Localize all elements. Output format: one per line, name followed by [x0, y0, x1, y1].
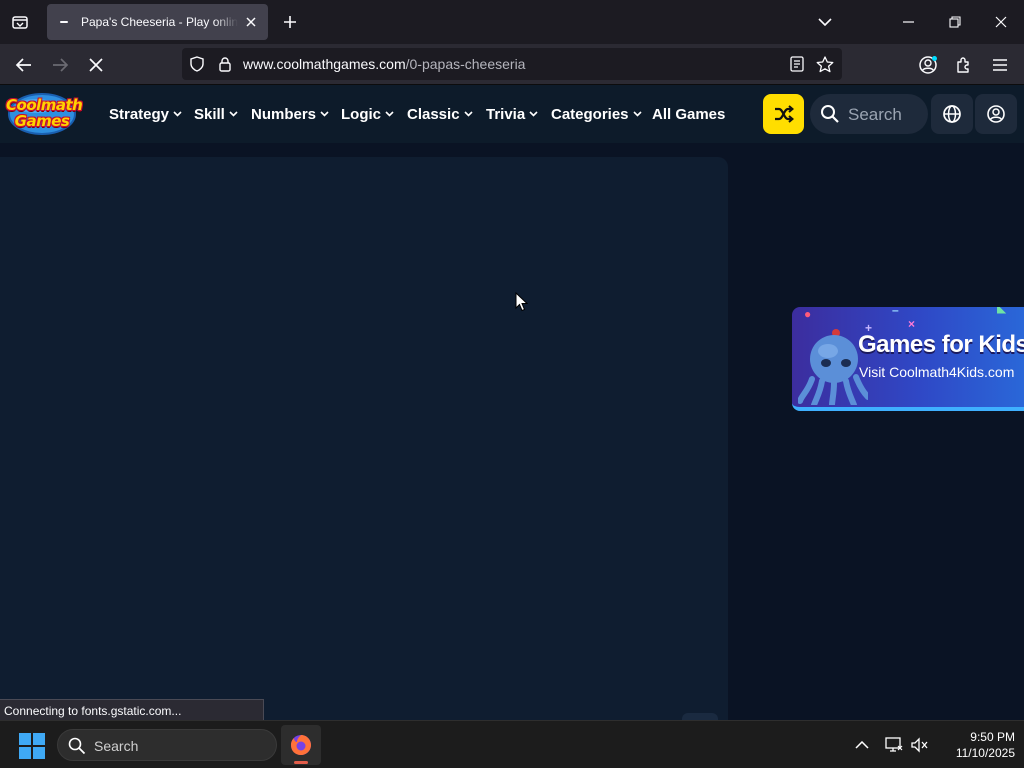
windows-taskbar: Search 9:50 PM 11/10/2025	[0, 720, 1024, 768]
chevron-down-icon	[320, 111, 329, 117]
chevron-down-icon	[385, 111, 394, 117]
firefox-account-icon[interactable]	[915, 52, 941, 78]
chevron-down-icon	[173, 111, 182, 117]
coolmath-logo[interactable]: Coolmath Games	[6, 92, 83, 136]
tracking-protection-shield-icon[interactable]	[188, 55, 206, 73]
language-button[interactable]	[931, 94, 973, 134]
decor-dot-icon: ●	[804, 307, 812, 321]
taskbar-search-label: Search	[94, 738, 139, 754]
chevron-down-icon	[229, 111, 238, 117]
shuffle-icon	[774, 105, 794, 123]
new-tab-plus-icon[interactable]	[280, 12, 300, 32]
url-host: www.coolmathgames.com	[243, 56, 406, 72]
globe-icon	[943, 105, 961, 123]
games-for-kids-promo[interactable]: ● + × – ◣ Games for Kids Visit Coolmath4…	[792, 307, 1024, 411]
extensions-puzzle-icon[interactable]	[951, 52, 977, 78]
browser-status-bar: Connecting to fonts.gstatic.com...	[0, 699, 264, 721]
network-icon[interactable]	[884, 735, 904, 755]
nav-menu-trivia[interactable]: Trivia	[486, 85, 538, 143]
mouse-cursor-icon	[515, 292, 528, 312]
nav-menu-all-games[interactable]: All Games	[652, 85, 725, 143]
taskbar-clock[interactable]: 9:50 PM 11/10/2025	[935, 729, 1015, 761]
nav-menu-categories[interactable]: Categories	[551, 85, 642, 143]
browser-nav-bar: www.coolmathgames.com/0-papas-cheeseria	[0, 44, 1024, 85]
nav-menu-skill[interactable]: Skill	[194, 85, 238, 143]
promo-subtext: Visit Coolmath4Kids.com	[859, 364, 1015, 380]
hamburger-menu-icon[interactable]	[987, 52, 1013, 78]
chevron-down-icon	[529, 111, 538, 117]
decor-triangle-icon: ◣	[997, 307, 1007, 315]
tab-title: Papa's Cheeseria - Play online at Coolma…	[81, 15, 238, 29]
scroll-to-top-tab[interactable]	[682, 713, 718, 720]
restore-icon[interactable]	[932, 0, 978, 44]
site-header: Coolmath Games Strategy Skill Numbers Lo…	[0, 85, 1024, 143]
random-game-button[interactable]	[763, 94, 804, 134]
nav-menu-label: Logic	[341, 105, 381, 123]
active-app-indicator	[294, 761, 308, 764]
tab-list-icon[interactable]	[8, 11, 32, 33]
windows-start-icon[interactable]	[19, 733, 45, 759]
minimize-icon[interactable]	[886, 0, 932, 44]
lock-icon[interactable]	[216, 55, 234, 73]
user-icon	[987, 105, 1005, 123]
nav-menu-numbers[interactable]: Numbers	[251, 85, 329, 143]
active-tab[interactable]: Papa's Cheeseria - Play online at Coolma…	[47, 4, 268, 40]
account-button[interactable]	[975, 94, 1017, 134]
browser-tab-bar: Papa's Cheeseria - Play online at Coolma…	[0, 0, 1024, 44]
url-path: /0-papas-cheeseria	[405, 56, 526, 72]
tab-close-icon[interactable]	[242, 13, 260, 31]
nav-menu-classic[interactable]: Classic	[407, 85, 473, 143]
chevron-down-icon[interactable]	[814, 12, 836, 32]
volume-muted-icon[interactable]	[910, 735, 930, 755]
close-window-icon[interactable]	[978, 0, 1024, 44]
nav-menu-strategy[interactable]: Strategy	[109, 85, 182, 143]
bookmark-star-icon[interactable]	[815, 54, 835, 74]
site-search-input[interactable]: Search	[810, 94, 928, 134]
stop-loading-icon[interactable]	[83, 52, 109, 78]
chevron-down-icon	[463, 111, 473, 117]
taskbar-firefox-button[interactable]	[281, 725, 321, 765]
decor-dash-icon: –	[892, 307, 899, 317]
logo-line-1: Coolmath	[6, 96, 83, 114]
nav-menu-label: Numbers	[251, 105, 317, 123]
reader-view-icon[interactable]	[788, 55, 806, 73]
url-text[interactable]: www.coolmathgames.com/0-papas-cheeseria	[243, 56, 525, 72]
nav-menu-label: Strategy	[109, 105, 170, 123]
nav-menu-logic[interactable]: Logic	[341, 85, 394, 143]
nav-menu-label: Trivia	[486, 105, 526, 123]
search-icon	[821, 105, 839, 123]
nav-menu-label: Classic	[407, 105, 460, 123]
chevron-up-icon[interactable]	[852, 735, 872, 755]
forward-arrow-icon[interactable]	[47, 52, 73, 78]
side-panel	[728, 143, 1024, 720]
chevron-down-icon	[632, 111, 642, 117]
address-bar[interactable]: www.coolmathgames.com/0-papas-cheeseria	[182, 48, 842, 80]
nav-menu-label: Categories	[551, 105, 629, 123]
search-placeholder: Search	[848, 105, 902, 124]
back-arrow-icon[interactable]	[11, 52, 37, 78]
clock-time: 9:50 PM	[970, 730, 1015, 744]
taskbar-search-box[interactable]: Search	[57, 729, 277, 761]
decor-x-icon: ×	[908, 317, 916, 331]
page-content	[0, 143, 1024, 720]
logo-line-2: Games	[14, 112, 70, 130]
game-frame-loading[interactable]	[0, 157, 728, 720]
firefox-icon	[291, 735, 311, 755]
nav-menu-label: All Games	[652, 105, 726, 123]
nav-menu-label: Skill	[194, 105, 225, 123]
promo-heading: Games for Kids	[858, 331, 1024, 358]
loading-favicon-icon	[59, 16, 71, 28]
clock-date: 11/10/2025	[955, 746, 1015, 760]
search-icon	[68, 737, 86, 755]
